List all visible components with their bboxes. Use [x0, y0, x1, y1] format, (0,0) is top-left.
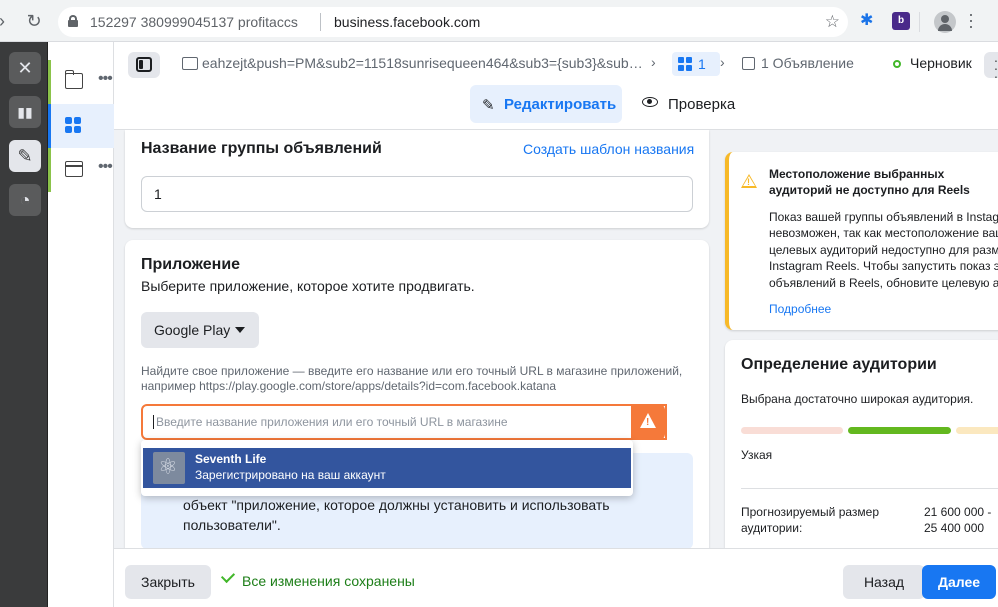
next-button[interactable]: Далее	[922, 565, 996, 599]
left-rail: ✕ ▮▮ ✎ ◔	[0, 42, 48, 607]
audience-meter-broad	[956, 427, 998, 434]
reload-icon[interactable]: ↻	[24, 11, 44, 31]
breadcrumb-campaign[interactable]: eahzejt&push=PM&sub2=11518sunrisequeen46…	[202, 55, 642, 71]
app-icon	[153, 452, 185, 484]
more-options-icon[interactable]: · · ·	[984, 52, 998, 83]
tree-item-adset[interactable]	[48, 104, 114, 148]
adset-name-card: Название группы объявлений Создать шабло…	[125, 130, 709, 228]
section-title: Приложение	[141, 256, 241, 273]
section-subtitle: Выберите приложение, которое хотите прод…	[141, 278, 475, 294]
close-icon[interactable]: ✕	[9, 52, 41, 84]
reels-warning-alert: ! Местоположение выбранных аудиторий не …	[725, 152, 998, 330]
breadcrumb-adset[interactable]: 1	[672, 52, 720, 76]
extensions-puzzle-icon[interactable]: ✱	[860, 12, 878, 30]
audience-meter-narrow	[741, 427, 843, 434]
browser-menu-icon[interactable]: · · ·	[968, 5, 974, 35]
chevron-right-icon: ›	[720, 54, 725, 70]
app-card: Приложение Выберите приложение, которое …	[125, 240, 709, 548]
create-name-template-link[interactable]: Создать шаблон названия	[523, 141, 694, 157]
adset-grid-icon	[65, 117, 83, 133]
profile-avatar-icon[interactable]	[934, 11, 956, 33]
chart-icon[interactable]: ▮▮	[9, 96, 41, 128]
url-domain: business.facebook.com	[334, 14, 481, 30]
ad-icon	[742, 57, 755, 70]
chevron-right-icon: ›	[651, 54, 656, 70]
learn-more-link[interactable]: Подробнее	[769, 302, 831, 316]
structure-tree: ••• •••	[48, 42, 114, 607]
app-search-dropdown: Seventh Life Зарегистрировано на ваш акк…	[141, 440, 633, 496]
check-icon	[220, 568, 236, 584]
warning-icon: !	[631, 404, 665, 440]
folder-icon	[64, 70, 83, 89]
bookmark-star-icon[interactable]: ☆	[825, 12, 840, 32]
folder-icon	[182, 57, 198, 70]
tree-item-ad[interactable]: •••	[48, 148, 114, 192]
right-panel: ! Местоположение выбранных аудиторий не …	[712, 130, 998, 548]
browser-toolbar: › ↻ 152297 380999045137 profitaccs busin…	[0, 0, 998, 42]
caret-down-icon	[235, 327, 245, 333]
eye-icon[interactable]	[642, 97, 658, 107]
sidebar-toggle-icon[interactable]	[128, 52, 160, 78]
tab-review[interactable]: Проверка	[668, 96, 735, 113]
address-bar[interactable]: 152297 380999045137 profitaccs business.…	[58, 7, 848, 37]
tree-item-campaign[interactable]: •••	[48, 60, 114, 104]
back-arrow-icon[interactable]: ›	[0, 11, 12, 31]
back-button[interactable]: Назад	[843, 565, 925, 599]
footer-bar: Закрыть Все изменения сохранены Назад Да…	[114, 548, 998, 607]
search-hint: Найдите свое приложение — введите его на…	[141, 364, 683, 393]
app-store-select[interactable]: Google Play	[141, 312, 259, 348]
site-info: 152297 380999045137 profitaccs	[90, 14, 298, 30]
pencil-icon: ✎	[482, 97, 495, 114]
lock-icon[interactable]	[68, 15, 78, 27]
editor-header: eahzejt&push=PM&sub2=11518sunrisequeen46…	[114, 42, 998, 130]
status-badge: Черновик	[910, 55, 972, 71]
close-button[interactable]: Закрыть	[125, 565, 211, 599]
breadcrumb-ad[interactable]: 1 Объявление	[761, 55, 854, 71]
more-dots-icon[interactable]: •••	[98, 158, 113, 176]
more-dots-icon[interactable]: •••	[98, 70, 113, 88]
adset-name-input[interactable]: 1	[141, 176, 693, 212]
clock-icon[interactable]: ◔	[9, 184, 41, 216]
extension-icon[interactable]: b	[892, 12, 910, 30]
status-dot-icon	[893, 60, 901, 68]
audience-meter-ok	[848, 427, 951, 434]
saved-status: Все изменения сохранены	[242, 573, 415, 589]
section-title: Название группы объявлений	[141, 140, 382, 157]
edit-pencil-icon[interactable]: ✎	[9, 140, 41, 172]
app-search-input[interactable]: Введите название приложения или его точн…	[141, 404, 667, 440]
tab-edit[interactable]: ✎ Редактировать	[470, 85, 622, 123]
ad-icon	[65, 161, 83, 177]
audience-definition-card: Определение аудитории Выбрана достаточно…	[725, 340, 998, 548]
dropdown-app-option[interactable]: Seventh Life Зарегистрировано на ваш акк…	[143, 448, 631, 488]
